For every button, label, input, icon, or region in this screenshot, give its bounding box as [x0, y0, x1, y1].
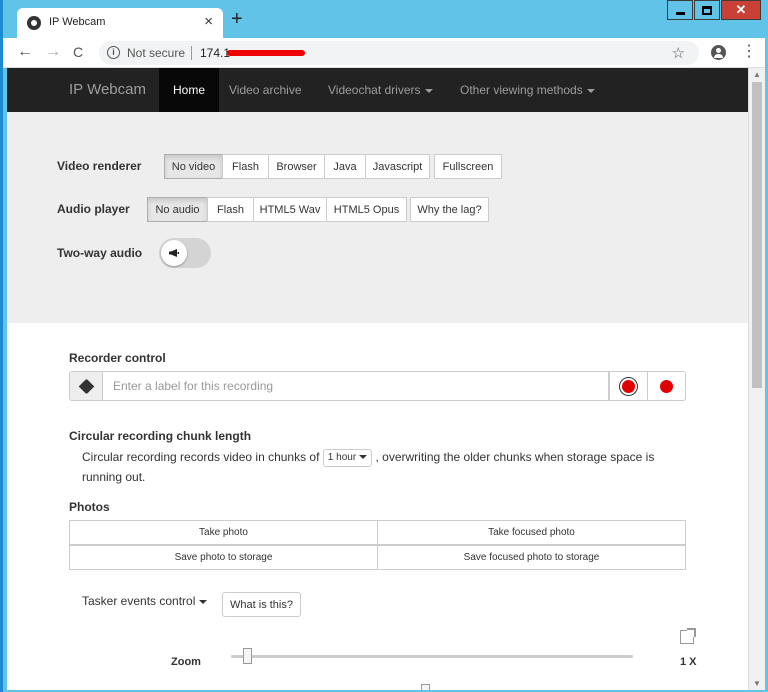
take-photo-button[interactable]: Take photo [69, 520, 378, 545]
url-redaction [227, 50, 305, 56]
video-renderer-label: Video renderer [57, 159, 142, 173]
recorder-input-group: Enter a label for this recording [69, 371, 686, 401]
tab-strip: IP Webcam × + ✕ [3, 0, 765, 38]
why-the-lag-button[interactable]: Why the lag? [410, 197, 489, 222]
video-no-video-button[interactable]: No video [164, 154, 223, 179]
window-edge [0, 0, 3, 692]
nav-video-archive[interactable]: Video archive [229, 68, 302, 112]
webcam-favicon-icon [27, 16, 41, 30]
window-controls: ✕ [666, 0, 761, 20]
save-photo-button[interactable]: Save photo to storage [69, 545, 378, 570]
tag-icon [78, 378, 95, 395]
url-text: 174.1 [200, 46, 231, 60]
browser-tab[interactable]: IP Webcam × [17, 8, 223, 38]
caret-down-icon [586, 88, 595, 93]
nav-other-viewing-methods-label: Other viewing methods [460, 83, 583, 97]
recording-label-input[interactable]: Enter a label for this recording [103, 371, 609, 401]
bookmark-star-icon[interactable]: ☆ [672, 44, 685, 62]
tab-title: IP Webcam [49, 16, 106, 28]
audio-flash-button[interactable]: Flash [207, 197, 254, 222]
page-scrollbar[interactable]: ▲ ▼ [748, 68, 765, 690]
back-arrow-icon[interactable]: ← [17, 43, 33, 61]
record-ring-icon [622, 379, 635, 393]
new-tab-button[interactable]: + [231, 9, 243, 29]
maximize-button[interactable] [694, 0, 720, 20]
record-with-label-button[interactable] [609, 371, 648, 401]
label-addon [69, 371, 103, 401]
external-link-icon[interactable] [680, 628, 696, 644]
recorder-control-title: Recorder control [69, 351, 166, 365]
video-javascript-button[interactable]: Javascript [365, 154, 430, 179]
address-bar: ← → C i Not secure 174.1 ☆ ⋮ [3, 38, 765, 68]
zoom-slider-track[interactable] [231, 655, 633, 658]
what-is-this-button[interactable]: What is this? [222, 592, 301, 617]
record-button[interactable] [647, 371, 686, 401]
nav-other-viewing-methods[interactable]: Other viewing methods [460, 68, 595, 112]
account-icon[interactable] [711, 45, 726, 60]
maximize-icon [702, 5, 712, 15]
video-fullscreen-button[interactable]: Fullscreen [434, 154, 502, 179]
page-viewport: IP Webcam Home Video archive Videochat d… [7, 68, 748, 690]
scrollbar-thumb[interactable] [752, 82, 762, 388]
omnibox-divider [191, 46, 192, 60]
tasker-events-dropdown[interactable]: Tasker events control [82, 594, 208, 608]
controls-panel: Video renderer No video Flash Browser Ja… [7, 112, 748, 323]
zoom-value: 1 X [680, 656, 697, 668]
chunk-text-after: , overwriting the older chunks when stor… [375, 450, 655, 464]
audio-html5-wav-button[interactable]: HTML5 Wav [253, 197, 327, 222]
audio-player-label: Audio player [57, 202, 130, 216]
zoom-label: Zoom [171, 656, 201, 668]
browser-menu-icon[interactable]: ⋮ [741, 44, 757, 60]
chunk-description: Circular recording records video in chun… [82, 447, 682, 487]
scroll-down-icon[interactable]: ▼ [753, 679, 761, 688]
video-java-button[interactable]: Java [324, 154, 366, 179]
nav-videochat-drivers-label: Videochat drivers [328, 83, 421, 97]
reload-icon[interactable]: C [73, 44, 83, 60]
megaphone-icon [169, 249, 179, 257]
audio-html5-opus-button[interactable]: HTML5 Opus [326, 197, 407, 222]
toggle-knob [161, 240, 187, 266]
info-icon[interactable]: i [107, 46, 120, 59]
site-navbar: IP Webcam Home Video archive Videochat d… [7, 68, 748, 112]
photos-title: Photos [69, 500, 110, 514]
brand-logo[interactable]: IP Webcam [69, 81, 146, 98]
minimize-button[interactable] [667, 0, 693, 20]
chunk-length-title: Circular recording chunk length [69, 429, 252, 443]
zoom-slider-handle[interactable] [243, 648, 252, 664]
close-window-button[interactable]: ✕ [721, 0, 761, 20]
omnibox[interactable]: i Not secure 174.1 ☆ [99, 41, 699, 65]
not-secure-label: Not secure [127, 46, 186, 60]
take-focused-photo-button[interactable]: Take focused photo [377, 520, 686, 545]
chunk-length-dropdown[interactable]: 1 hour [322, 448, 373, 467]
tasker-events-label: Tasker events control [82, 594, 196, 608]
chunk-text-before: Circular recording records video in chun… [82, 450, 320, 464]
nav-videochat-drivers[interactable]: Videochat drivers [328, 68, 433, 112]
caret-down-icon [199, 599, 208, 604]
forward-arrow-icon[interactable]: → [45, 43, 61, 61]
two-way-audio-toggle[interactable] [159, 238, 211, 268]
caret-down-icon [424, 88, 433, 93]
caret-down-icon [359, 455, 368, 460]
tab-close-icon[interactable]: × [204, 13, 213, 30]
chunk-text-line2: running out. [82, 470, 146, 484]
video-flash-button[interactable]: Flash [222, 154, 269, 179]
chunk-length-value: 1 hour [327, 451, 357, 463]
video-browser-button[interactable]: Browser [268, 154, 325, 179]
scroll-up-icon[interactable]: ▲ [753, 70, 761, 79]
audio-no-audio-button[interactable]: No audio [147, 197, 208, 222]
save-focused-photo-button[interactable]: Save focused photo to storage [377, 545, 686, 570]
nav-home[interactable]: Home [159, 68, 220, 112]
two-way-audio-label: Two-way audio [57, 246, 143, 260]
minimize-icon [675, 11, 685, 15]
next-slider-handle[interactable] [421, 684, 430, 690]
record-icon [660, 379, 673, 393]
